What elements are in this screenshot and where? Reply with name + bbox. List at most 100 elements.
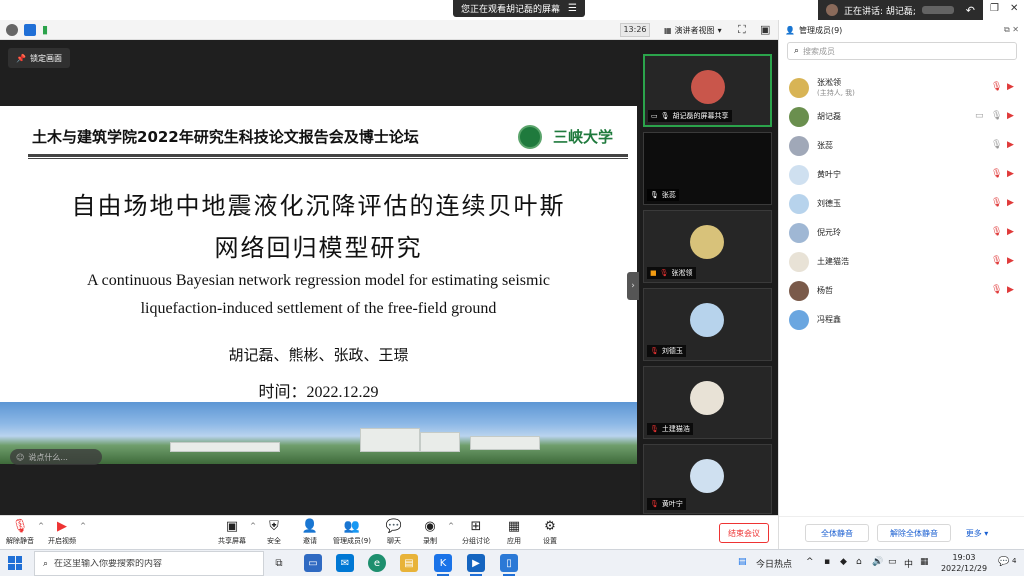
more-button[interactable]: 更多 ▾ — [957, 524, 997, 542]
video-tile[interactable]: 🎙 张蕊 — [643, 132, 772, 205]
mic-muted-icon[interactable]: 🎙 — [991, 227, 1002, 237]
sidebar-toggle-icon[interactable]: ▣ — [760, 23, 770, 36]
participants-button[interactable]: 👥 管理成员(9) — [332, 519, 372, 549]
meeting-app-icon[interactable]: ▶ — [467, 554, 485, 576]
close-icon[interactable]: ✕ — [1010, 3, 1018, 14]
windows-start-icon[interactable] — [8, 556, 22, 570]
member-row[interactable]: 土建猫浩 🎙 ▶ — [779, 248, 1024, 276]
member-row[interactable]: 胡记磊 ▭ 🎙 ▶ — [779, 103, 1024, 131]
popout-icon[interactable]: ⧉ ✕ — [1004, 25, 1019, 35]
lock-view-label: 锁定画面 — [29, 53, 62, 63]
grid-icon: ▦ — [664, 25, 672, 35]
video-tile[interactable]: 🎙 刘德玉 — [643, 288, 772, 361]
mic-muted-icon[interactable]: 🎙 — [991, 198, 1002, 208]
video-tile[interactable]: 🎙 土建猫浩 — [643, 366, 772, 439]
qq-icon[interactable]: ◆ — [840, 557, 847, 567]
news-icon[interactable]: ▤ — [738, 557, 747, 567]
screen-share-icon: ▭ — [975, 111, 984, 121]
video-tile[interactable]: ▭ 🎙 胡记磊的屏幕共享 — [643, 54, 772, 127]
invite-button[interactable]: 👤 邀请 — [290, 519, 330, 549]
folder-icon[interactable]: ▤ — [400, 554, 418, 572]
video-off-icon[interactable]: ▶ — [1007, 140, 1014, 150]
mic-icon[interactable]: 🎙 — [991, 140, 1002, 150]
mute-all-button[interactable]: 全体静音 — [805, 524, 869, 542]
system-clock[interactable]: 19:03 2022/12/29 — [936, 552, 992, 574]
share-screen-button[interactable]: ▣ 共享屏幕 ^ — [212, 519, 256, 549]
viewing-screen-pill[interactable]: 您正在观看胡记磊的屏幕 ☰ — [453, 0, 585, 17]
chevron-up-icon[interactable]: ^ — [806, 557, 814, 567]
file-explorer-icon[interactable]: ▭ — [304, 554, 322, 572]
member-search[interactable]: ⌕ — [787, 42, 1017, 60]
security-button[interactable]: ⛨ 安全 — [254, 519, 294, 549]
video-tile[interactable]: 🎙 黄叶宁 — [643, 444, 772, 514]
edge-icon[interactable]: e — [368, 554, 386, 572]
video-off-icon[interactable]: ▶ — [1007, 227, 1014, 237]
settings-button[interactable]: ⚙ 设置 — [530, 519, 570, 549]
tile-name: 胡记磊的屏幕共享 — [672, 112, 729, 120]
start-video-button[interactable]: ▶ 开启视频 ^ — [42, 519, 86, 549]
volume-icon[interactable]: 🔊 — [872, 557, 883, 567]
record-button[interactable]: ◉ 录制 ^ — [410, 519, 454, 549]
mic-muted-icon[interactable]: 🎙 — [991, 256, 1002, 266]
comment-input[interactable]: ☺ 说点什么... — [10, 449, 102, 465]
member-row[interactable]: 张蕊 🎙 ▶ — [779, 132, 1024, 160]
restore-icon[interactable]: ❐ — [990, 3, 999, 14]
search-icon: ⌕ — [794, 46, 800, 56]
member-search-input[interactable] — [803, 46, 1004, 56]
menu-icon[interactable]: ☰ — [568, 3, 577, 14]
taskbar-search-input[interactable] — [54, 558, 215, 569]
mail-icon[interactable]: ✉ — [336, 554, 354, 572]
end-meeting-button[interactable]: 结束会议 — [719, 523, 769, 543]
collapse-gallery-button[interactable]: › — [627, 272, 639, 300]
video-off-icon[interactable]: ▶ — [1007, 285, 1014, 295]
k-app-icon[interactable]: K — [434, 554, 452, 576]
mic-icon[interactable]: 🎙 — [991, 111, 1002, 121]
video-off-icon[interactable]: ▶ — [1007, 82, 1014, 92]
tile-name: 刘德玉 — [661, 347, 683, 355]
unmute-button[interactable]: 🎙 解除静音 ^ — [0, 519, 44, 549]
view-mode-button[interactable]: ▦ 演讲者视图 ▾ — [664, 23, 722, 37]
fullscreen-icon[interactable]: ⛶ — [738, 23, 746, 37]
ime-mode-icon[interactable]: ▦ — [920, 557, 929, 567]
meeting-tray-icon[interactable]: ▪ — [824, 557, 830, 567]
news-label[interactable]: 今日热点 — [756, 557, 792, 570]
member-row[interactable]: 黄叶宁 🎙 ▶ — [779, 161, 1024, 189]
member-row[interactable]: 冯程鑫 — [779, 306, 1024, 334]
member-row[interactable]: 刘德玉 🎙 ▶ — [779, 190, 1024, 218]
video-off-icon[interactable]: ▶ — [1007, 111, 1014, 121]
info-icon[interactable] — [6, 24, 18, 36]
slide-authors: 胡记磊、熊彬、张政、王璟 — [228, 346, 409, 364]
avatar — [789, 78, 809, 98]
video-tile[interactable]: ■ 🎙 张淞领 — [643, 210, 772, 283]
chevron-up-icon[interactable]: ^ — [80, 522, 86, 530]
shield-icon[interactable] — [24, 24, 36, 36]
apps-button[interactable]: ▦ 应用 — [494, 519, 534, 549]
mic-muted-icon[interactable]: 🎙 — [991, 82, 1002, 92]
member-row[interactable]: 杨哲 🎙 ▶ — [779, 277, 1024, 305]
mic-muted-icon[interactable]: 🎙 — [991, 169, 1002, 179]
video-off-icon[interactable]: ▶ — [1007, 169, 1014, 179]
ime-indicator[interactable]: 中 — [904, 557, 913, 570]
notification-icon[interactable]: 💬 — [998, 557, 1009, 567]
chevron-up-icon[interactable]: ^ — [448, 522, 454, 530]
app-window-icon[interactable]: ▯ — [500, 554, 518, 576]
member-row[interactable]: 张淞领 (主持人, 我) 🎙 ▶ — [779, 74, 1024, 102]
avatar — [789, 310, 809, 330]
member-row[interactable]: 倪元玲 🎙 ▶ — [779, 219, 1024, 247]
breakout-button[interactable]: ⊞ 分组讨论 — [456, 519, 496, 549]
video-off-icon[interactable]: ▶ — [1007, 256, 1014, 266]
network-icon[interactable]: ⌂ — [856, 557, 862, 567]
mic-muted-icon: 🎙 — [650, 347, 659, 355]
chat-button[interactable]: 💬 聊天 — [374, 519, 414, 549]
host-icon: ■ — [650, 269, 657, 277]
mic-muted-icon[interactable]: 🎙 — [991, 285, 1002, 295]
back-icon[interactable]: ↶ — [966, 4, 975, 17]
unmute-all-button[interactable]: 解除全体静音 — [877, 524, 951, 542]
signal-icon[interactable]: ▮ — [42, 23, 48, 36]
video-off-icon[interactable]: ▶ — [1007, 198, 1014, 208]
taskbar-search[interactable]: ⌕ — [34, 551, 264, 576]
lock-view-button[interactable]: 📌 锁定画面 — [8, 48, 70, 68]
tile-name-tag: ▭ 🎙 胡记磊的屏幕共享 — [648, 110, 732, 122]
task-view-icon[interactable]: ⧉ — [270, 554, 288, 572]
battery-icon[interactable]: ▭ — [888, 557, 897, 567]
